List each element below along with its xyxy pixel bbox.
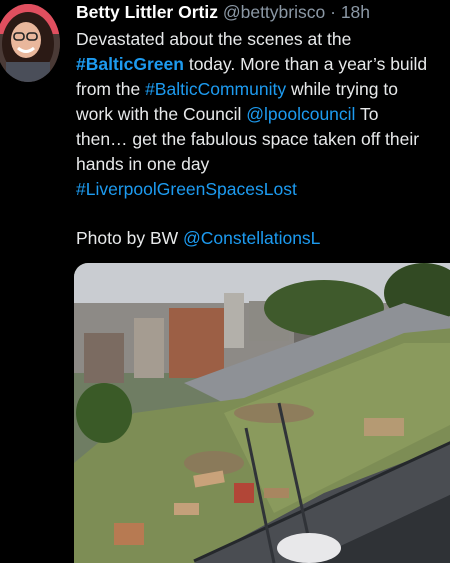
avatar-photo [0, 4, 60, 82]
photo-credit: Photo by BW @ConstellationsL [76, 228, 321, 248]
mention-constellationsl[interactable]: @ConstellationsL [183, 228, 320, 248]
hashtag-balticgreen[interactable]: #BalticGreen [76, 54, 184, 74]
tweet-line-6: hands in one day [76, 154, 210, 174]
tweet-line-2: #BalticGreen today. More than a year’s b… [76, 54, 428, 74]
avatar[interactable] [0, 4, 60, 82]
author-handle[interactable]: @bettybrisco [223, 2, 325, 22]
tweet-line-5: then… get the fabulous space taken off t… [76, 129, 420, 149]
photo-image [74, 263, 450, 563]
separator: · [330, 2, 336, 22]
tweet-line-3: from the #BalticCommunity while trying t… [76, 79, 398, 99]
mention-lpoolcouncil[interactable]: @lpoolcouncil [246, 104, 355, 124]
tweet-line-1: Devastated about the scenes at the [76, 29, 352, 49]
tweet-photo[interactable] [74, 263, 450, 563]
timestamp[interactable]: 18h [341, 2, 370, 22]
tweet-line-4: work with the Council @lpoolcouncil To [76, 104, 379, 124]
hashtag-liverpoolgreenspaceslost[interactable]: #LiverpoolGreenSpacesLost [76, 179, 297, 199]
tweet-text: Devastated about the scenes at the #Balt… [76, 27, 450, 251]
tweet-line-7: #LiverpoolGreenSpacesLost [76, 177, 450, 202]
hashtag-balticcommunity[interactable]: #BalticCommunity [145, 79, 286, 99]
tweet-header: Betty Littler Ortiz @bettybrisco · 18h [76, 0, 370, 24]
author-name[interactable]: Betty Littler Ortiz [76, 2, 218, 22]
